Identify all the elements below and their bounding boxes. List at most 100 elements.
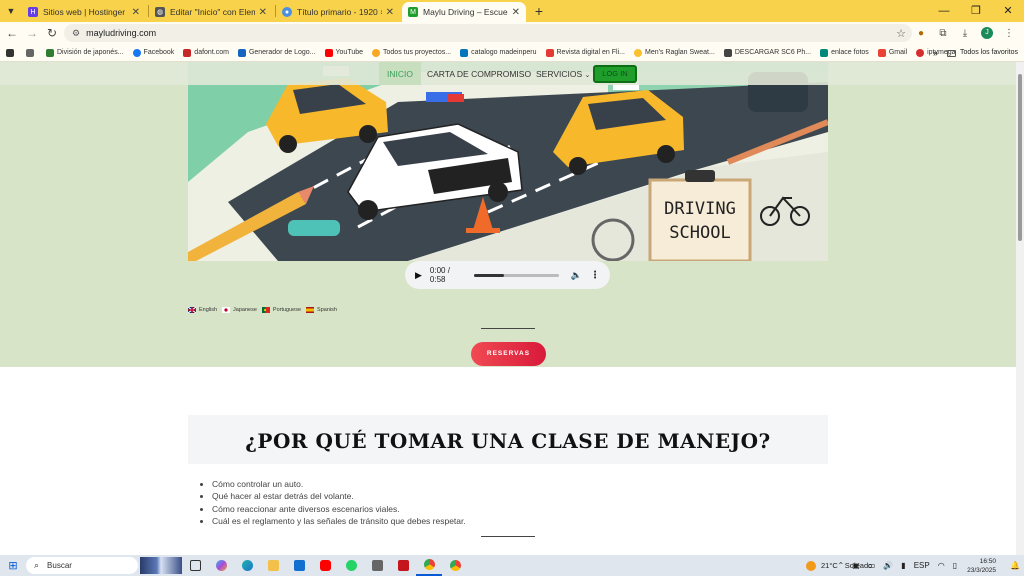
back-arrow-icon[interactable]: ← — [2, 26, 22, 40]
search-highlight-image[interactable] — [140, 557, 182, 574]
tab-hostinger[interactable]: H Sitios web | Hostinger ✕ — [22, 2, 146, 22]
why-reasons-list: Cómo controlar un auto. Qué hacer al est… — [212, 478, 466, 527]
taskbar-search[interactable]: ⌕ Buscar — [26, 557, 138, 574]
address-bar[interactable]: ⚙ mayludriving.com ☆ — [64, 24, 912, 42]
bookmark-item[interactable]: Gmail — [877, 48, 907, 57]
bookmarks-overflow-icon[interactable]: » — [933, 44, 938, 62]
nav-carta-de-compromiso[interactable]: CARTA DE COMPROMISO — [427, 62, 531, 85]
sign-text-school: SCHOOL — [669, 223, 730, 243]
task-view-icon[interactable] — [182, 555, 208, 576]
tab-close-icon[interactable]: ✕ — [132, 7, 140, 18]
battery-icon[interactable]: ▮ — [901, 561, 905, 570]
tab-label: Título primario - 1920 × 840 px — [297, 7, 382, 17]
site-settings-icon[interactable]: ⚙ — [72, 28, 80, 39]
speaker-icon[interactable]: 🔊 — [883, 561, 893, 570]
bookmark-item[interactable]: Generador de Logo... — [237, 48, 316, 57]
taskbar-clock[interactable]: 16:50 23/3/2025 — [967, 557, 996, 575]
play-icon[interactable]: ▶ — [415, 270, 422, 281]
flipbook-icon — [545, 48, 554, 57]
bookmark-item[interactable]: enlace fotos — [820, 48, 869, 57]
bookmark-item[interactable]: DESCARGAR SC6 Ph... — [723, 48, 811, 57]
restore-icon[interactable]: ❐ — [960, 0, 992, 22]
bookmark-item[interactable]: Revista digital en Fli... — [545, 48, 625, 57]
list-item: Cómo reaccionar ante diversos escenarios… — [212, 503, 466, 515]
wifi-icon[interactable]: ◠ — [938, 561, 945, 570]
lang-japanese[interactable]: Japanese — [222, 307, 257, 313]
bookmark-star-icon[interactable]: ☆ — [896, 27, 906, 40]
tab-close-icon[interactable]: ✕ — [512, 7, 520, 18]
tab-search-icon[interactable]: ▼ — [0, 0, 22, 22]
bookmark-item[interactable]: catalogo madeinperu — [460, 48, 537, 57]
battery-status-icon[interactable]: ▯ — [953, 561, 957, 570]
chrome-profile-icon[interactable] — [442, 555, 468, 576]
copilot-icon[interactable] — [208, 555, 234, 576]
edge-icon[interactable] — [234, 555, 260, 576]
tray-app-icon[interactable]: ▣ — [852, 561, 860, 570]
reload-icon[interactable]: ↻ — [42, 26, 62, 40]
menu-kebab-icon[interactable]: ⋮ — [998, 28, 1020, 39]
nav-servicios[interactable]: SERVICIOS ⌄ — [536, 62, 590, 85]
extensions-puzzle-icon[interactable]: ⧉ — [932, 28, 954, 39]
acrobat-icon[interactable] — [390, 555, 416, 576]
lang-spanish[interactable]: Spanish — [306, 307, 337, 313]
tab-label: Editar "Inicio" con Elementor — [170, 7, 255, 17]
bookmark-item[interactable]: Facebook — [132, 48, 174, 57]
volume-icon[interactable]: 🔈 — [571, 270, 582, 281]
driving-school-sign: DRIVING SCHOOL — [648, 170, 752, 261]
youtube-app-icon[interactable] — [312, 555, 338, 576]
iptv-icon — [916, 48, 925, 57]
new-tab-icon[interactable]: + — [528, 3, 550, 19]
download-icon[interactable]: ⤓ — [954, 28, 976, 39]
close-window-icon[interactable]: ✕ — [992, 0, 1024, 22]
chevron-up-icon[interactable]: ⌃ — [838, 561, 845, 570]
apps-icon[interactable] — [6, 48, 17, 57]
tab-maylu-driving[interactable]: M Maylu Driving – Escuela de ma ✕ — [402, 2, 526, 22]
system-tray: ⌃ ▣ ▭ 🔊 ▮ ESP ◠ ▯ 16:50 23/3/2025 🔔 — [834, 555, 1024, 576]
bookmark-item[interactable]: YouTube — [324, 48, 363, 57]
display-icon[interactable]: ▭ — [868, 561, 876, 570]
bookmark-item[interactable]: dafont.com — [183, 48, 229, 57]
lang-english[interactable]: English — [188, 307, 217, 313]
grid-icon[interactable] — [26, 48, 37, 57]
driving-school-illustration: DRIVING SCHOOL — [188, 62, 828, 261]
whatsapp-icon[interactable] — [338, 555, 364, 576]
windows-start-icon[interactable]: ⊞ — [0, 559, 26, 572]
portugal-flag-icon — [261, 307, 270, 313]
inkscape-icon[interactable] — [364, 555, 390, 576]
tab-close-icon[interactable]: ✕ — [259, 7, 267, 18]
gmail-icon — [877, 48, 886, 57]
section-divider — [481, 536, 535, 537]
tab-elementor[interactable]: ◍ Editar "Inicio" con Elementor ✕ — [149, 2, 273, 22]
page-scrollbar[interactable] — [1016, 62, 1024, 555]
minimize-icon[interactable]: — — [928, 0, 960, 22]
all-bookmarks-button[interactable]: Todos los favoritos — [947, 44, 1018, 62]
outlook-icon[interactable] — [286, 555, 312, 576]
uk-flag-icon — [188, 307, 196, 313]
chrome-icon[interactable] — [416, 555, 442, 576]
bookmark-item[interactable]: Men's Raglan Sweat... — [633, 48, 715, 57]
photos-link-icon — [820, 48, 829, 57]
keyboard-language[interactable]: ESP — [914, 561, 930, 570]
login-button[interactable]: LOG IN — [593, 65, 637, 83]
extension-icon[interactable]: ● — [910, 28, 932, 39]
section-divider — [481, 328, 535, 329]
tab-label: Maylu Driving – Escuela de ma — [423, 7, 508, 17]
reservas-button[interactable]: RESERVAS — [471, 342, 546, 366]
scrollbar-thumb[interactable] — [1018, 74, 1022, 241]
lang-portuguese[interactable]: Portuguese — [261, 307, 301, 313]
forward-arrow-icon[interactable]: → — [22, 26, 42, 40]
sweater-shop-icon — [633, 48, 642, 57]
tab-titulo-primario[interactable]: ● Título primario - 1920 × 840 px ✕ — [276, 2, 400, 22]
tab-close-icon[interactable]: ✕ — [386, 7, 394, 18]
audio-progress-slider[interactable] — [474, 273, 559, 277]
profile-avatar[interactable]: J — [981, 27, 993, 39]
bookmark-item[interactable]: División de japonés... — [46, 48, 124, 57]
nav-inicio[interactable]: INICIO — [379, 62, 421, 85]
spain-flag-icon — [306, 307, 315, 313]
sign-text-driving: DRIVING — [664, 199, 736, 219]
audio-options-icon[interactable]: ⋮ — [590, 270, 600, 281]
file-explorer-icon[interactable] — [260, 555, 286, 576]
bookmark-item[interactable]: Todos tus proyectos... — [372, 48, 451, 57]
notification-bell-icon[interactable]: 🔔 — [1010, 561, 1020, 570]
globe-favicon-icon: ◍ — [155, 7, 165, 17]
